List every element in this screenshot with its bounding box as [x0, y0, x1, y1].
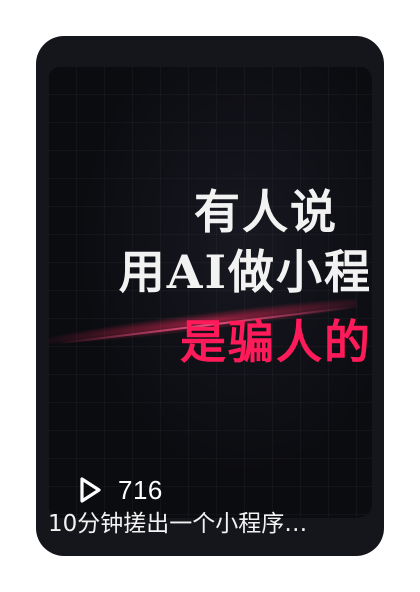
video-title[interactable]: 10分钟搓出一个小程序… — [48, 504, 372, 544]
thumbnail-headline-line2: 用AI做小程 — [118, 245, 372, 299]
view-count: 716 — [118, 474, 163, 505]
video-card[interactable]: 有人说 用AI做小程 是骗人的 716 10分钟搓出一个小程序… — [36, 36, 384, 556]
thumbnail-headline-line3: 是骗人的 — [180, 315, 372, 369]
thumbnail-headline-line1: 有人说 — [194, 185, 338, 239]
video-thumbnail[interactable]: 有人说 用AI做小程 是骗人的 716 — [48, 66, 372, 518]
play-icon — [80, 477, 101, 503]
